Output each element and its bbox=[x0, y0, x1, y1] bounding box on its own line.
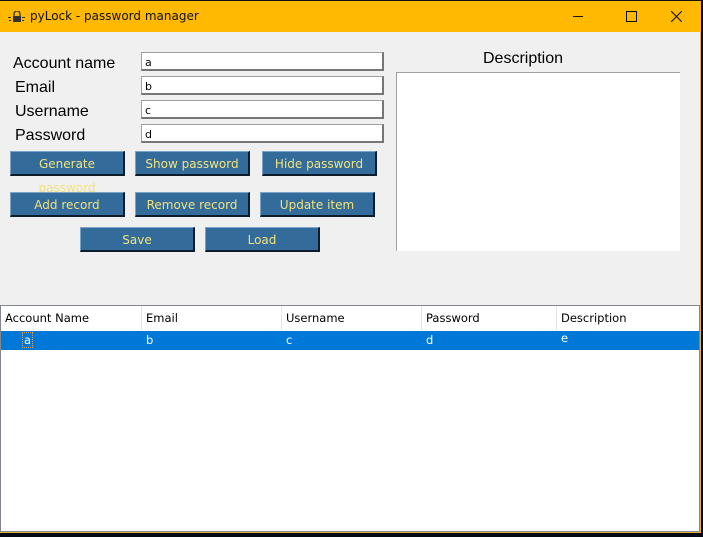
password-label: Password bbox=[15, 127, 86, 144]
load-button[interactable]: Load bbox=[205, 227, 320, 252]
generate-password-button[interactable]: Generate password bbox=[10, 151, 125, 195]
update-item-button[interactable]: Update item bbox=[260, 192, 375, 217]
close-icon bbox=[671, 11, 682, 22]
hide-password-button[interactable]: Hide password bbox=[262, 151, 377, 176]
maximize-button[interactable] bbox=[607, 1, 653, 32]
table-header: Account Name Email Username Password Des… bbox=[1, 306, 699, 330]
account-name-label: Account name bbox=[13, 55, 116, 72]
email-label: Email bbox=[15, 79, 56, 96]
column-header-password[interactable]: Password bbox=[422, 306, 557, 330]
account-name-input[interactable] bbox=[141, 52, 384, 71]
close-button[interactable] bbox=[654, 1, 700, 32]
window-title: pyLock - password manager bbox=[30, 9, 199, 23]
minimize-icon bbox=[573, 16, 583, 17]
save-button[interactable]: Save bbox=[80, 227, 195, 252]
column-header-account-name[interactable]: Account Name bbox=[1, 306, 142, 330]
column-header-description[interactable]: Description bbox=[557, 306, 699, 330]
add-record-button[interactable]: Add record bbox=[10, 192, 125, 217]
cell-username: c bbox=[286, 333, 293, 347]
cell-account-name: a bbox=[22, 331, 34, 350]
lock-icon bbox=[8, 10, 26, 23]
description-textarea[interactable] bbox=[396, 72, 680, 251]
username-label: Username bbox=[15, 103, 89, 120]
show-password-button[interactable]: Show password bbox=[135, 151, 250, 176]
cell-email: b bbox=[146, 333, 154, 347]
app-window: pyLock - password manager Account name E… bbox=[0, 0, 701, 533]
minimize-button[interactable] bbox=[555, 1, 601, 32]
table-row[interactable]: a b c d e bbox=[1, 331, 699, 350]
column-header-email[interactable]: Email bbox=[142, 306, 282, 330]
records-table[interactable]: Account Name Email Username Password Des… bbox=[0, 305, 700, 532]
description-label: Description bbox=[483, 50, 564, 67]
maximize-icon bbox=[626, 11, 637, 22]
username-input[interactable] bbox=[141, 100, 384, 119]
cell-account-name-text: a bbox=[22, 332, 34, 348]
title-bar[interactable]: pyLock - password manager bbox=[0, 0, 701, 32]
remove-record-button[interactable]: Remove record bbox=[135, 192, 250, 217]
column-header-username[interactable]: Username bbox=[282, 306, 422, 330]
email-input[interactable] bbox=[141, 76, 384, 95]
cell-password: d bbox=[426, 333, 434, 347]
password-input[interactable] bbox=[141, 124, 384, 143]
cell-description: e bbox=[561, 331, 569, 345]
